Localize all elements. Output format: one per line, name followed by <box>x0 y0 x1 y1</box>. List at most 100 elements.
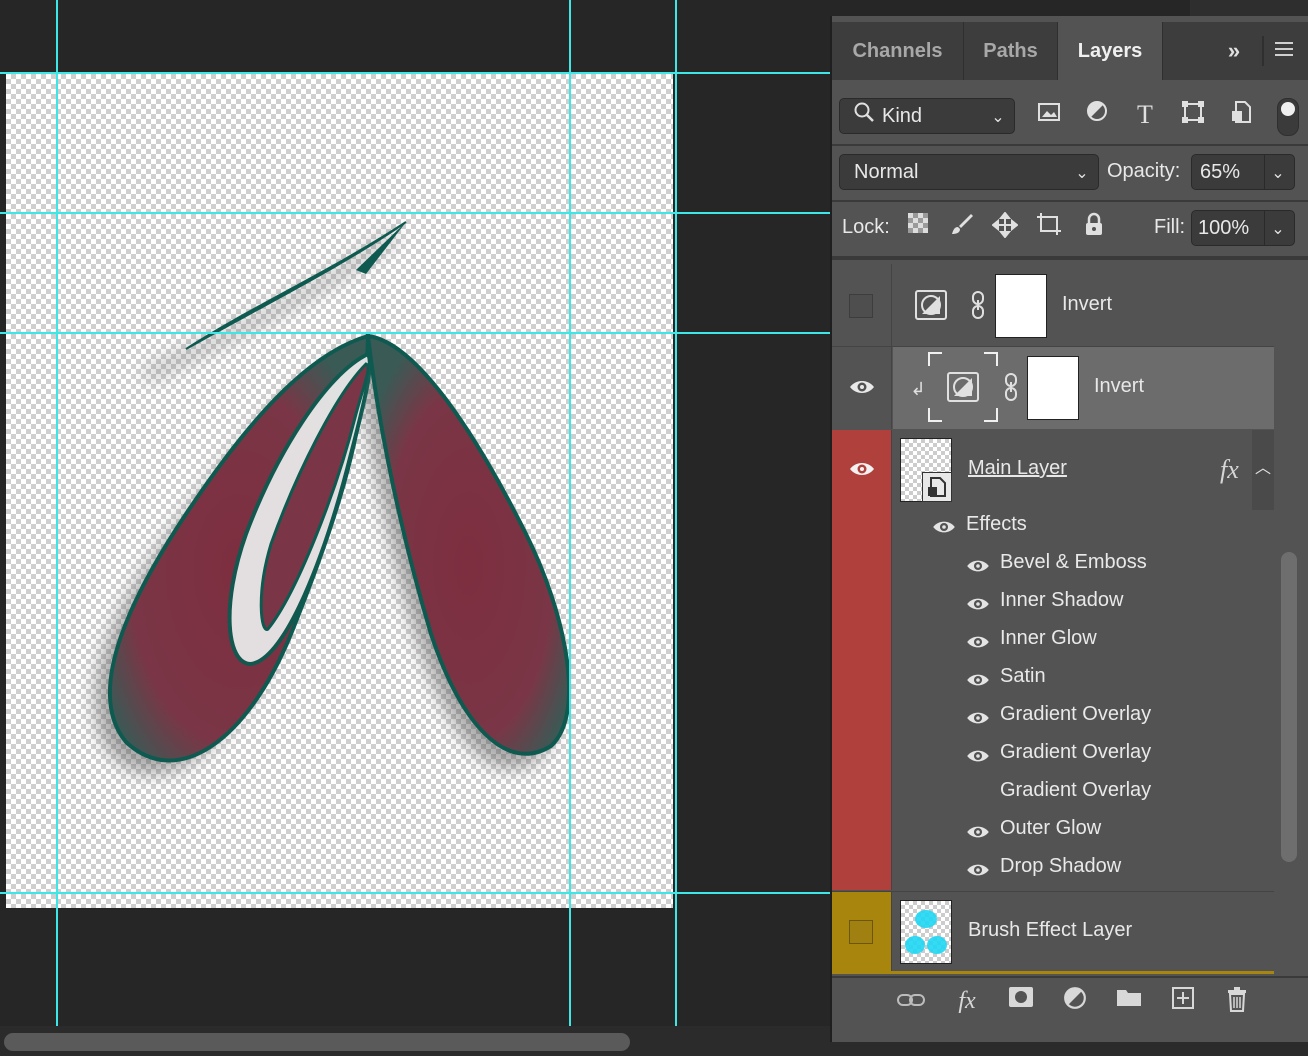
blend-mode-value: Normal <box>854 161 919 183</box>
eye-icon[interactable] <box>965 557 991 575</box>
eye-icon[interactable] <box>931 518 957 536</box>
color-tag-yellow <box>832 971 1274 974</box>
invert-adjustment-icon <box>947 372 979 410</box>
new-adjustment-layer-icon[interactable] <box>1060 986 1090 1016</box>
chevron-down-icon[interactable]: ⌄ <box>1268 159 1288 189</box>
opacity-value[interactable]: 65% <box>1200 161 1240 184</box>
add-layer-style-icon[interactable]: fx <box>952 986 982 1016</box>
guide-horizontal[interactable] <box>0 72 830 74</box>
filter-kind-select[interactable]: Kind ⌄ <box>839 98 1015 134</box>
tab-paths[interactable]: Paths <box>964 22 1058 80</box>
panel-menu-icon[interactable] <box>1270 36 1298 66</box>
eye-icon[interactable] <box>965 747 991 765</box>
pixel-filter-icon[interactable] <box>1034 100 1064 130</box>
column-divider <box>891 347 892 429</box>
effects-collapse-toggle[interactable]: ︿ <box>1252 430 1274 510</box>
column-divider <box>891 264 892 346</box>
effect-item[interactable]: Gradient Overlay <box>1000 741 1151 764</box>
layer-row-invert[interactable] <box>832 264 1274 347</box>
field-divider <box>1264 155 1265 189</box>
type-filter-icon[interactable]: T <box>1130 100 1160 130</box>
fx-icon[interactable]: fx <box>1220 455 1239 485</box>
link-layers-icon[interactable] <box>896 986 926 1016</box>
effect-item[interactable]: Satin <box>1000 665 1046 688</box>
lock-position-icon[interactable] <box>990 211 1020 246</box>
document-canvas[interactable] <box>6 74 673 908</box>
guide-horizontal[interactable] <box>0 892 830 894</box>
lock-transparent-pixels-icon[interactable] <box>903 212 933 242</box>
eye-icon[interactable] <box>965 633 991 651</box>
eye-icon[interactable] <box>965 861 991 879</box>
canvas-area[interactable] <box>0 0 830 1026</box>
add-mask-icon[interactable] <box>1006 986 1036 1016</box>
tab-divider <box>1262 36 1264 66</box>
guide-horizontal[interactable] <box>0 212 830 214</box>
guide-horizontal[interactable] <box>0 332 830 334</box>
layer-name[interactable]: Invert <box>1062 293 1112 316</box>
column-divider <box>891 892 892 972</box>
field-divider <box>1264 211 1265 245</box>
eye-icon[interactable] <box>848 377 876 397</box>
search-icon <box>852 101 876 131</box>
layer-thumbnail[interactable] <box>900 900 952 964</box>
adjustment-filter-icon[interactable] <box>1082 100 1112 130</box>
chevron-up-icon: ︿ <box>1254 460 1271 477</box>
filter-toggle[interactable] <box>1277 98 1299 136</box>
blend-mode-select[interactable]: Normal ⌄ <box>839 154 1099 190</box>
effects-header[interactable]: Effects <box>966 513 1027 536</box>
horizontal-scrollbar-thumb[interactable] <box>4 1033 630 1051</box>
smart-object-filter-icon[interactable] <box>1226 100 1256 132</box>
fill-field[interactable]: 100% ⌄ <box>1191 210 1295 246</box>
filter-kind-label: Kind <box>882 105 923 127</box>
visibility-toggle-off[interactable] <box>849 294 873 318</box>
smart-object-badge-icon <box>922 472 952 502</box>
guide-vertical[interactable] <box>569 0 571 1026</box>
lock-image-pixels-icon[interactable] <box>947 212 977 244</box>
expand-panels-icon[interactable]: » <box>1220 36 1248 66</box>
column-divider <box>891 430 892 890</box>
lock-all-icon[interactable] <box>1079 212 1109 244</box>
guide-vertical[interactable] <box>675 0 677 1026</box>
tab-layers[interactable]: Layers <box>1058 22 1163 80</box>
link-icon[interactable] <box>1001 372 1021 410</box>
effect-item[interactable]: Drop Shadow <box>1000 855 1121 878</box>
guide-vertical[interactable] <box>56 0 58 1026</box>
layer-mask-thumbnail[interactable] <box>1027 356 1079 420</box>
divider <box>832 256 1308 260</box>
tab-channels[interactable]: Channels <box>832 22 964 80</box>
eye-icon[interactable] <box>965 823 991 841</box>
new-layer-icon[interactable] <box>1168 986 1198 1016</box>
eye-icon[interactable] <box>965 595 991 613</box>
opacity-label: Opacity: <box>1107 160 1181 182</box>
layers-scrollbar-thumb[interactable] <box>1281 552 1297 862</box>
lock-artboard-icon[interactable] <box>1034 212 1064 244</box>
eye-icon[interactable] <box>848 459 876 479</box>
effect-item[interactable]: Outer Glow <box>1000 817 1101 840</box>
effect-item[interactable]: Bevel & Emboss <box>1000 551 1147 574</box>
delete-layer-trash-icon[interactable] <box>1222 986 1252 1016</box>
opacity-field[interactable]: 65% ⌄ <box>1191 154 1295 190</box>
effect-item[interactable]: Inner Shadow <box>1000 589 1123 612</box>
color-tag-red <box>832 430 891 890</box>
new-group-folder-icon[interactable] <box>1114 986 1144 1016</box>
lock-label: Lock: <box>842 216 890 238</box>
shape-filter-icon[interactable] <box>1178 100 1208 132</box>
layer-name[interactable]: Brush Effect Layer <box>968 919 1132 942</box>
visibility-toggle-off[interactable] <box>965 785 991 803</box>
chevron-down-icon[interactable]: ⌄ <box>1268 215 1288 245</box>
layer-mask-thumbnail[interactable] <box>995 274 1047 338</box>
eye-icon[interactable] <box>965 709 991 727</box>
invert-adjustment-icon <box>915 290 947 328</box>
visibility-toggle-off[interactable] <box>849 920 873 944</box>
effect-item[interactable]: Gradient Overlay <box>1000 703 1151 726</box>
layer-name[interactable]: Invert <box>1094 375 1144 398</box>
fill-value[interactable]: 100% <box>1198 217 1249 240</box>
layer-name[interactable]: Main Layer <box>968 457 1067 480</box>
eye-icon[interactable] <box>965 671 991 689</box>
divider <box>832 144 1308 146</box>
link-icon[interactable] <box>968 290 988 328</box>
fill-label: Fill: <box>1154 216 1186 238</box>
clipping-arrow-icon: ↲ <box>910 379 926 399</box>
effect-item[interactable]: Inner Glow <box>1000 627 1097 650</box>
effect-item[interactable]: Gradient Overlay <box>1000 779 1151 802</box>
